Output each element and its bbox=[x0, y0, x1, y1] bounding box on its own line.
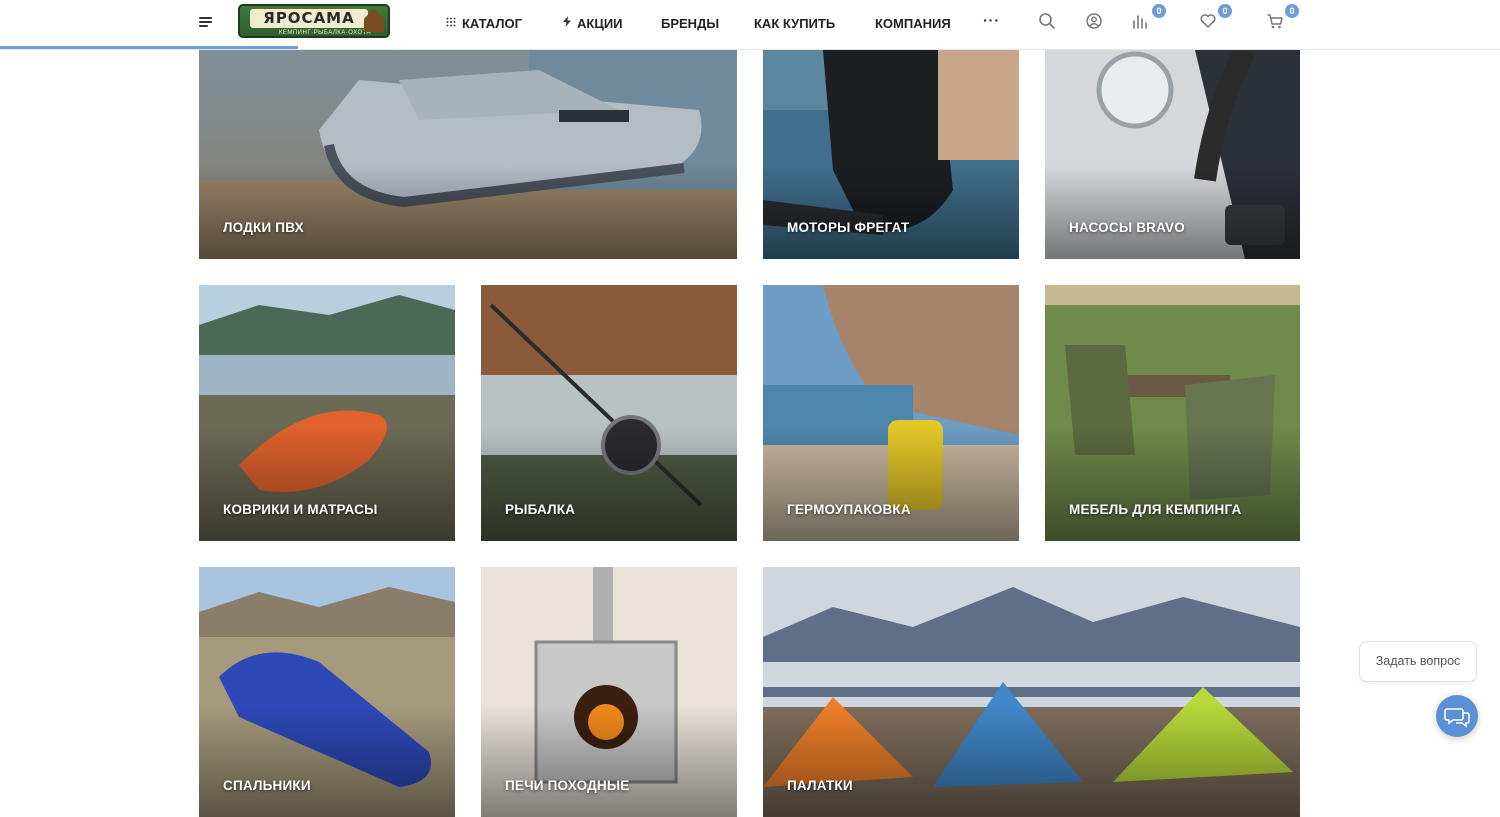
menu-icon[interactable] bbox=[199, 16, 213, 28]
tile-shade bbox=[199, 425, 455, 541]
chat-button[interactable] bbox=[1436, 695, 1478, 737]
site-header: ЯРОСАМА КЕМПИНГ·РЫБАЛКА·ОХОТА КАТАЛОГ АК… bbox=[0, 0, 1500, 50]
cart-count-badge: 0 bbox=[1285, 4, 1299, 18]
category-tile-drybags[interactable]: ГЕРМОУПАКОВКА bbox=[763, 285, 1019, 541]
lightning-icon bbox=[563, 16, 571, 30]
scroll-progress-bar bbox=[0, 46, 298, 49]
compare-count-badge: 0 bbox=[1152, 4, 1166, 18]
tile-shade bbox=[763, 425, 1019, 541]
ask-question-bubble[interactable]: Задать вопрос bbox=[1359, 641, 1477, 682]
tile-shade bbox=[199, 704, 455, 817]
tile-shade bbox=[481, 425, 737, 541]
nav-company[interactable]: КОМПАНИЯ bbox=[875, 0, 951, 46]
category-label: НАСОСЫ BRAVO bbox=[1069, 220, 1185, 235]
category-label: ПЕЧИ ПОХОДНЫЕ bbox=[505, 778, 630, 793]
category-label: КОВРИКИ И МАТРАСЫ bbox=[223, 502, 378, 517]
nav-how-to-buy[interactable]: КАК КУПИТЬ bbox=[754, 0, 835, 46]
category-label: МОТОРЫ ФРЕГАТ bbox=[787, 220, 910, 235]
category-label: ПАЛАТКИ bbox=[787, 778, 853, 793]
nav-more-button[interactable]: ··· bbox=[983, 12, 1000, 28]
category-tile-stoves[interactable]: ПЕЧИ ПОХОДНЫЕ bbox=[481, 567, 737, 817]
grid-icon bbox=[446, 17, 456, 30]
category-tile-mats[interactable]: КОВРИКИ И МАТРАСЫ bbox=[199, 285, 455, 541]
site-logo[interactable]: ЯРОСАМА КЕМПИНГ·РЫБАЛКА·ОХОТА bbox=[238, 4, 390, 38]
nav-catalog-label: КАТАЛОГ bbox=[462, 15, 522, 31]
category-tile-furniture[interactable]: МЕБЕЛЬ ДЛЯ КЕМПИНГА bbox=[1045, 285, 1300, 541]
nav-sales-label: АКЦИИ bbox=[577, 15, 623, 31]
category-tile-pumps[interactable]: НАСОСЫ BRAVO bbox=[1045, 50, 1300, 259]
category-label: ЛОДКИ ПВХ bbox=[223, 220, 304, 235]
tile-shade bbox=[481, 704, 737, 817]
category-tile-fishing[interactable]: РЫБАЛКА bbox=[481, 285, 737, 541]
category-label: ГЕРМОУПАКОВКА bbox=[787, 502, 911, 517]
category-label: МЕБЕЛЬ ДЛЯ КЕМПИНГА bbox=[1069, 502, 1242, 517]
favorites-count-badge: 0 bbox=[1218, 4, 1232, 18]
nav-catalog[interactable]: КАТАЛОГ bbox=[446, 0, 522, 46]
logo-title: ЯРОСАМА bbox=[250, 9, 368, 28]
nav-brands[interactable]: БРЕНДЫ bbox=[661, 0, 719, 46]
category-label: РЫБАЛКА bbox=[505, 502, 576, 517]
tile-shade bbox=[1045, 164, 1300, 259]
category-label: СПАЛЬНИКИ bbox=[223, 778, 311, 793]
tile-shade bbox=[1045, 425, 1300, 541]
tile-shade bbox=[763, 164, 1019, 259]
nav-sales[interactable]: АКЦИИ bbox=[563, 0, 623, 46]
heart-icon[interactable] bbox=[1199, 12, 1221, 34]
tile-shade bbox=[199, 164, 737, 259]
chat-bubbles-icon bbox=[1444, 708, 1470, 728]
compare-icon[interactable] bbox=[1132, 12, 1154, 34]
user-icon[interactable] bbox=[1085, 12, 1107, 34]
tile-shade bbox=[763, 704, 1300, 817]
search-icon[interactable] bbox=[1038, 12, 1060, 34]
category-tile-tents[interactable]: ПАЛАТКИ bbox=[763, 567, 1300, 817]
category-tile-sleeping-bags[interactable]: СПАЛЬНИКИ bbox=[199, 567, 455, 817]
category-tile-motors[interactable]: МОТОРЫ ФРЕГАТ bbox=[763, 50, 1019, 259]
category-tile-boats[interactable]: ЛОДКИ ПВХ bbox=[199, 50, 737, 259]
cart-icon[interactable] bbox=[1266, 12, 1288, 34]
